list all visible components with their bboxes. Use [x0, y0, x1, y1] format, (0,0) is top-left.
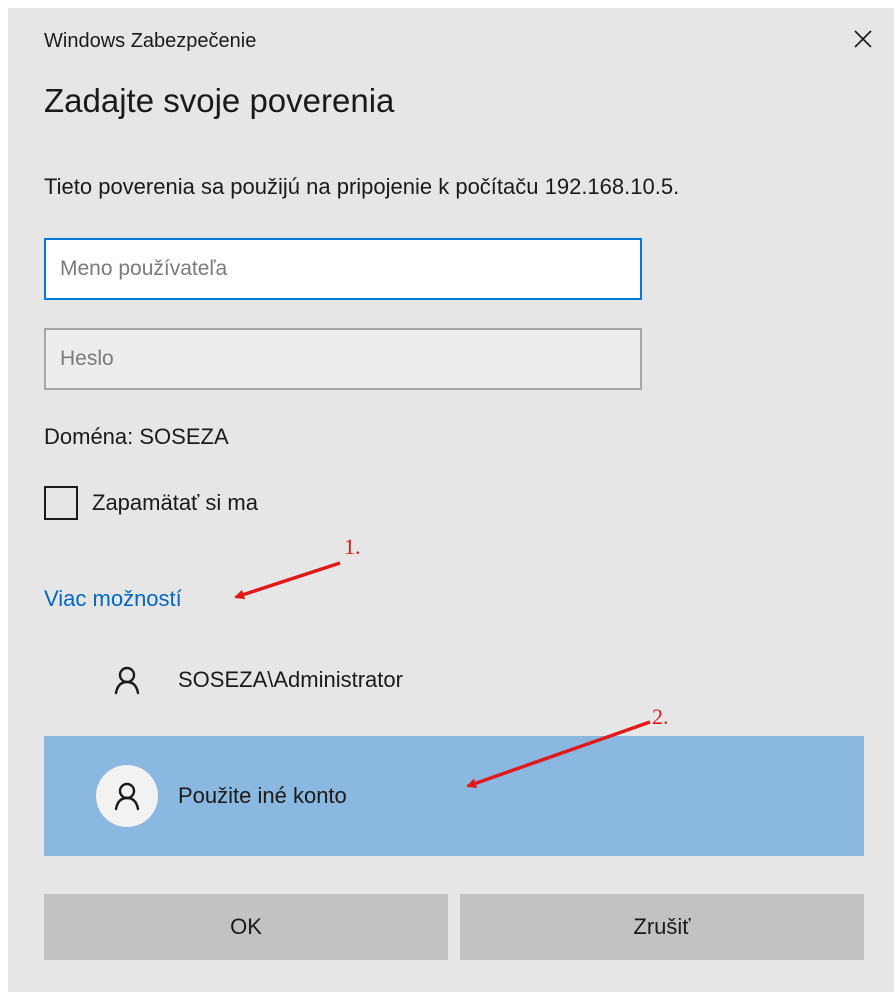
description-text: Tieto poverenia sa použijú na pripojenie… — [44, 174, 680, 199]
checkbox-box[interactable] — [44, 486, 78, 520]
annotation-label-2: 2. — [652, 704, 669, 729]
password-input[interactable] — [44, 328, 642, 390]
account-label: SOSEZA\Administrator — [178, 667, 403, 692]
annotation-label-1: 1. — [344, 534, 361, 559]
close-icon — [854, 30, 872, 48]
avatar — [96, 765, 158, 827]
cancel-button[interactable]: Zrušiť — [460, 894, 864, 960]
domain-text: Doména: SOSEZA — [44, 424, 229, 449]
account-item-other[interactable]: Použite iné konto — [44, 736, 864, 856]
account-item-administrator[interactable]: SOSEZA\Administrator — [44, 620, 864, 740]
more-options-link[interactable]: Viac možností — [44, 586, 182, 612]
remember-me-label: Zapamätať si ma — [92, 490, 258, 515]
person-icon — [114, 666, 140, 695]
remember-me-checkbox[interactable]: Zapamätať si ma — [44, 486, 258, 520]
avatar — [96, 649, 158, 711]
ok-button[interactable]: OK — [44, 894, 448, 960]
page-heading: Zadajte svoje poverenia — [44, 82, 395, 119]
close-button[interactable] — [846, 22, 880, 56]
person-icon — [114, 782, 140, 811]
account-label: Použite iné konto — [178, 783, 347, 808]
username-input[interactable] — [44, 238, 642, 300]
dialog-title: Windows Zabezpečenie — [44, 30, 257, 52]
